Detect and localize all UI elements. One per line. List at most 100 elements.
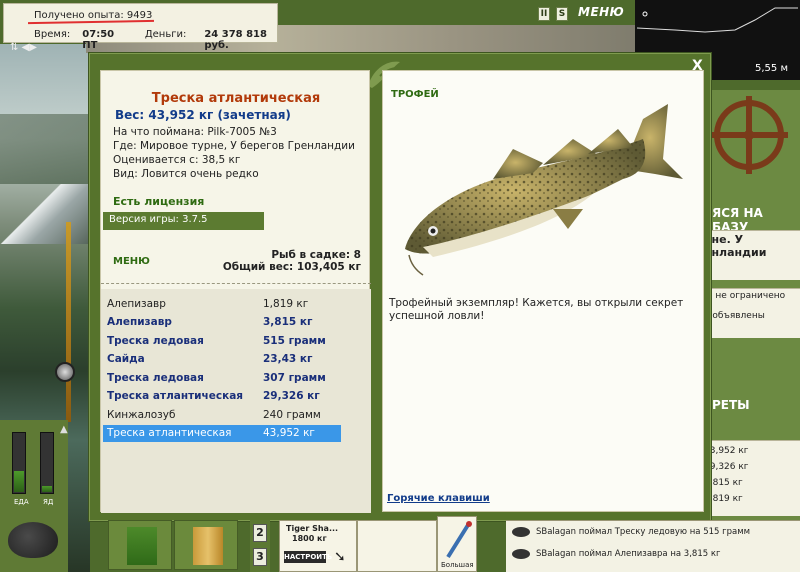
- catch-fish-name: Алепизавр: [107, 316, 172, 328]
- fish-icon: [512, 527, 530, 537]
- notice-line: а: не ограничено: [704, 291, 786, 301]
- catch-row[interactable]: Треска атлантическая 29,326 кг: [103, 388, 341, 405]
- log-entry: SBalagan поймал Треску ледовую на 515 гр…: [512, 527, 750, 537]
- record-weight: 3,815 кг: [704, 478, 743, 488]
- empty-slot[interactable]: [357, 520, 437, 572]
- log-entry: SBalagan поймал Алепизавра на 3,815 кг: [512, 549, 720, 559]
- rules-notice: а: не ограничено 8 е объявлены: [700, 288, 800, 338]
- time-value: 07:50 ПТ: [82, 29, 115, 51]
- bait-basket-slot[interactable]: [108, 520, 172, 570]
- food-label: ЕДА: [14, 498, 29, 506]
- cage-summary: Рыб в садке: 8 Общий вес: 103,405 кг: [223, 249, 361, 273]
- basket-icon: [127, 527, 157, 565]
- up-arrow-icon[interactable]: ▲: [60, 424, 68, 435]
- pause-button[interactable]: II: [538, 7, 550, 21]
- valued-from: Оценивается с: 38,5 кг: [113, 154, 241, 166]
- notice-line: оне. У: [704, 233, 744, 246]
- lure-slot[interactable]: Большая: [437, 516, 477, 572]
- cauldron-icon[interactable]: [8, 522, 58, 558]
- rod-name: Tiger Sha...: [286, 524, 339, 533]
- cursor-arrow-icon: ➘: [334, 549, 346, 565]
- forest-hill: [0, 114, 90, 184]
- rod-weight: 1800 кг: [292, 534, 327, 543]
- catch-fish-weight: 29,326 кг: [263, 390, 320, 402]
- setup-button[interactable]: НАСТРОИТЬ: [284, 551, 332, 563]
- catch-row[interactable]: Кинжалозуб 240 грамм: [103, 406, 341, 423]
- poison-gauge: [40, 432, 54, 494]
- speed-button[interactable]: S: [556, 7, 568, 21]
- money-value: 24 378 818 руб.: [204, 29, 267, 51]
- record-weight: 43,952 кг: [704, 446, 749, 456]
- caught-with: На что поймана: Pilk-7005 №3: [113, 126, 277, 138]
- lure-label: Большая: [441, 561, 474, 569]
- catch-row[interactable]: Сайда 23,43 кг: [103, 351, 341, 368]
- log-text: SBalagan поймал Алепизавра на 3,815 кг: [536, 549, 721, 559]
- fish-icon: [512, 549, 530, 559]
- catch-fish-weight: 240 грамм: [263, 408, 321, 421]
- hotkeys-link[interactable]: Горячие клавиши: [387, 493, 490, 504]
- fish-rarity: Вид: Ловится очень редко: [113, 168, 259, 180]
- ship-wheel-icon[interactable]: [710, 96, 788, 174]
- record-weight: 1,819 кг: [704, 494, 743, 504]
- trophy-message: Трофейный экземпляр! Кажется, вы открыли…: [389, 297, 684, 322]
- fish-weight: Вес: 43,952 кг (зачетная): [115, 108, 291, 122]
- catch-fish-name: Кинжалозуб: [107, 408, 176, 421]
- notice-line: 8: [704, 301, 796, 311]
- catch-row[interactable]: Треска атлантическая 43,952 кг: [103, 424, 341, 442]
- catch-list: Алепизавр 1,819 кг Алепизавр 3,815 кг Треска…: [101, 289, 371, 513]
- slot-number-column: 2 3: [250, 520, 270, 572]
- records-list: 43,952 кг 29,326 кг 3,815 кг 1,819 кг: [700, 440, 800, 516]
- rod-slot[interactable]: Tiger Sha... 1800 кг НАСТРОИТЬ ➘: [279, 520, 357, 572]
- slot-3-button[interactable]: 3: [253, 548, 267, 566]
- food-fill: [14, 471, 24, 492]
- log-text: SBalagan поймал Треску ледовую на 515 гр…: [536, 527, 751, 537]
- divider: [101, 283, 371, 284]
- secrets-title[interactable]: РЕТЫ: [712, 398, 750, 412]
- catch-fish-name: Треска ледовая: [107, 371, 204, 384]
- cod-fish-image: [405, 104, 683, 276]
- slot-2-button[interactable]: 2: [253, 524, 267, 542]
- time-label: Время:: [34, 29, 71, 40]
- catch-location: Где: Мировое турне, У берегов Гренландии: [113, 140, 355, 152]
- catch-row[interactable]: Треска ледовая 307 грамм: [103, 369, 341, 386]
- bucket-slot[interactable]: [174, 520, 238, 570]
- catch-fish-weight: 23,43 кг: [263, 353, 313, 365]
- catch-fish-weight: 43,952 кг: [263, 427, 315, 439]
- catch-row[interactable]: Алепизавр 3,815 кг: [103, 314, 341, 331]
- lure-icon: [446, 521, 472, 559]
- arrows-icon[interactable]: ⇅ ◀▶: [10, 42, 37, 53]
- license-status: Есть лицензия: [113, 195, 205, 208]
- record-weight: 29,326 кг: [704, 462, 749, 472]
- catch-row[interactable]: Алепизавр 1,819 кг: [103, 295, 341, 312]
- reel-icon[interactable]: [55, 362, 75, 382]
- fish-name: Треска атлантическая: [151, 91, 321, 106]
- catch-info-panel: Треска атлантическая Вес: 43,952 кг (зач…: [100, 70, 371, 513]
- cage-count: Рыб в садке: 8: [271, 249, 361, 261]
- notice-line: е объявлены: [704, 311, 765, 321]
- trophy-panel: ТРОФЕЙ Трофейный экземпляр! Кажется, вы …: [382, 70, 704, 512]
- food-gauge: [12, 432, 26, 494]
- catch-fish-name: Треска атлантическая: [107, 390, 244, 402]
- catch-row[interactable]: Треска ледовая 515 грамм: [103, 332, 341, 349]
- catch-fish-weight: 307 грамм: [263, 371, 326, 384]
- event-log: SBalagan поймал Треску ледовую на 515 гр…: [506, 520, 800, 572]
- poison-label: ЯД: [43, 498, 54, 506]
- catch-fish-name: Треска ледовая: [107, 334, 204, 347]
- game-version: Версия игры: 3.7.5: [103, 212, 264, 230]
- player-info-bar: Получено опыта: 9493 Время: 07:50 ПТ Ден…: [3, 3, 278, 51]
- snow-mountain: [0, 184, 90, 244]
- fishing-rod[interactable]: [66, 222, 71, 422]
- time-money-row: Время: 07:50 ПТ Деньги: 24 378 818 руб.: [34, 29, 277, 51]
- bucket-icon: [193, 527, 223, 565]
- poison-fill: [42, 486, 52, 492]
- menu-button[interactable]: МЕНЮ: [578, 5, 624, 19]
- catch-fish-name: Алепизавр: [107, 297, 166, 310]
- location-notice: оне. У енландии: [700, 230, 800, 280]
- money-label: Деньги:: [144, 29, 187, 40]
- depth-value: 5,55 м: [755, 63, 788, 74]
- notice-line: енландии: [704, 246, 767, 259]
- menu-link[interactable]: МЕНЮ: [113, 256, 150, 267]
- cage-total-weight: Общий вес: 103,405 кг: [222, 261, 361, 273]
- catch-fish-weight: 3,815 кг: [263, 316, 313, 328]
- catch-fish-name: Треска атлантическая: [107, 427, 232, 439]
